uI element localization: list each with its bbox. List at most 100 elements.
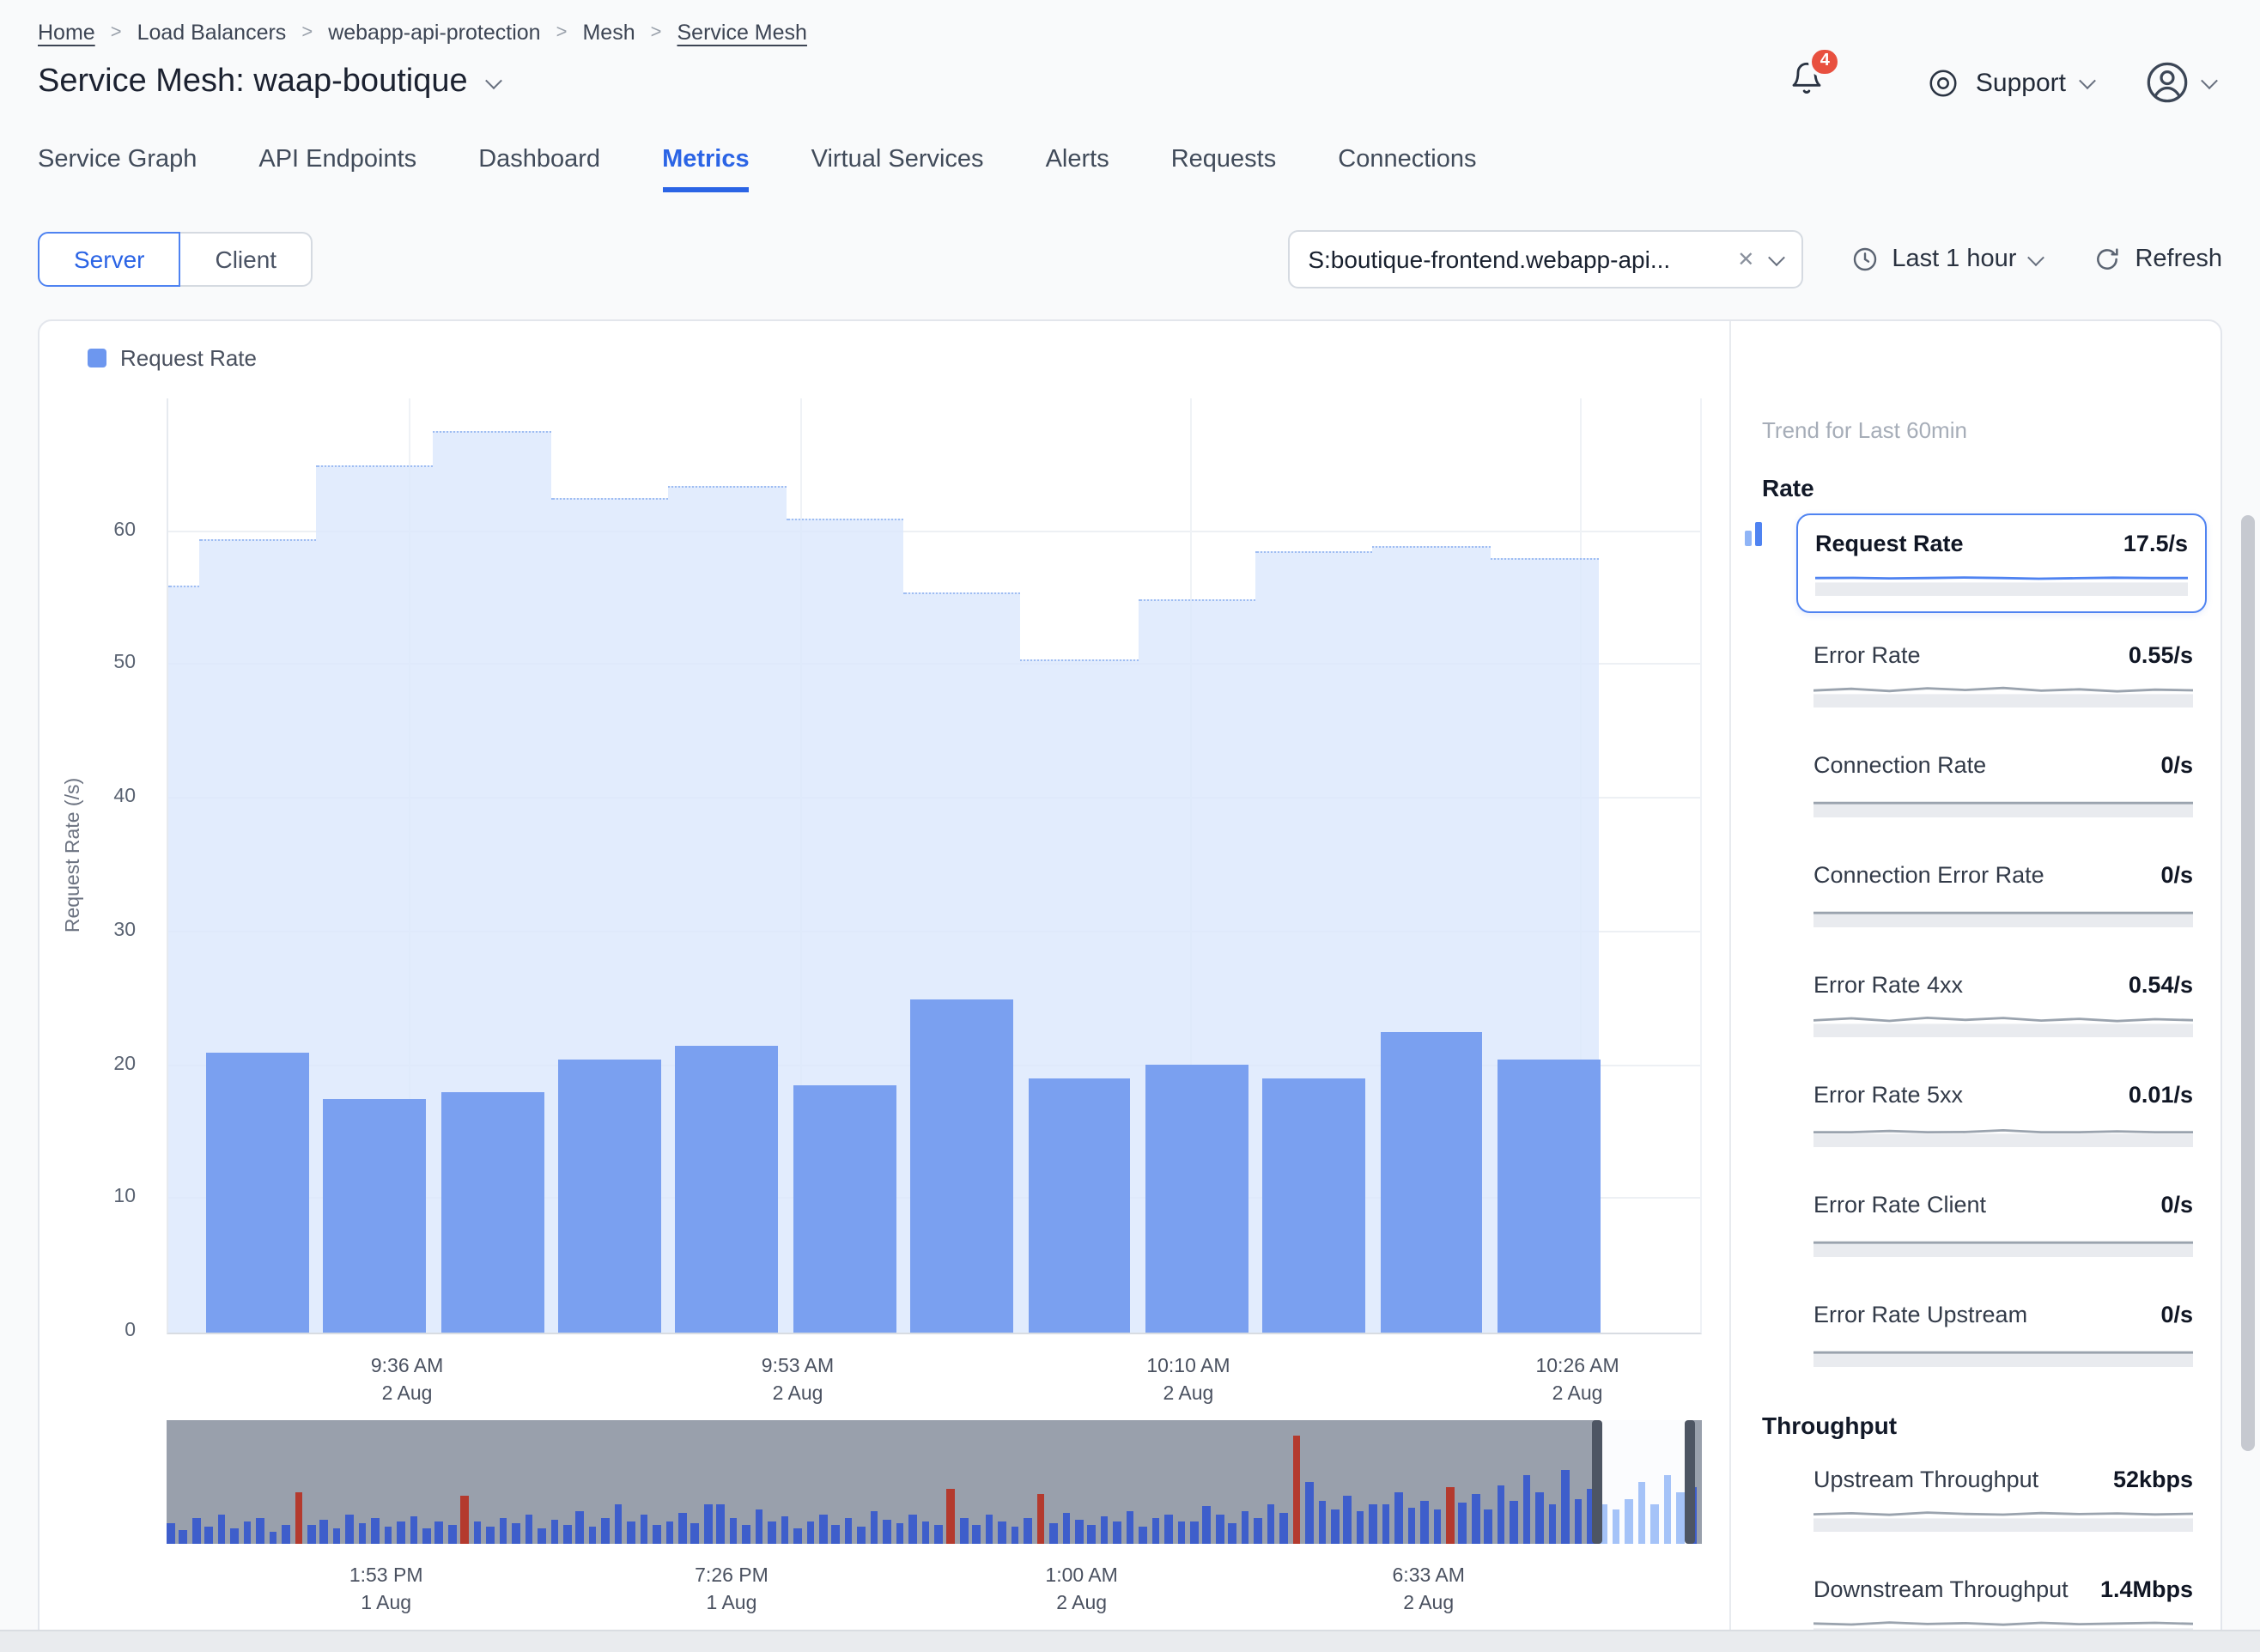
metric-label: Error Rate [1813, 642, 1921, 668]
client-toggle[interactable]: Client [180, 232, 313, 287]
brush-bar [947, 1489, 955, 1544]
breadcrumb-item[interactable]: Service Mesh [677, 21, 807, 45]
metric-value: 1.4Mbps [2100, 1576, 2193, 1602]
brush-handle[interactable] [1685, 1420, 1695, 1544]
tab-connections[interactable]: Connections [1338, 146, 1476, 192]
horizontal-scrollbar-track[interactable] [0, 1630, 2260, 1652]
request-rate-bar[interactable] [1262, 1079, 1365, 1333]
breadcrumb-item[interactable]: Home [38, 21, 95, 45]
refresh-button[interactable]: Refresh [2093, 246, 2222, 273]
tab-virtual-services[interactable]: Virtual Services [811, 146, 984, 192]
breadcrumb-item[interactable]: Mesh [582, 21, 635, 45]
breadcrumb-separator: > [651, 22, 662, 43]
controls-row: Server Client S:boutique-frontend.webapp… [38, 230, 2222, 288]
brush-bar [1139, 1527, 1146, 1544]
tab-dashboard[interactable]: Dashboard [478, 146, 600, 192]
time-range-select[interactable]: Last 1 hour [1850, 246, 2042, 273]
tab-api-endpoints[interactable]: API Endpoints [258, 146, 416, 192]
request-rate-bar[interactable] [324, 1099, 427, 1333]
service-filter-select[interactable]: S:boutique-frontend.webapp-api... ✕ [1287, 230, 1802, 288]
brush-bar [448, 1525, 456, 1545]
brush-bar [589, 1527, 597, 1544]
brush-bar [333, 1529, 341, 1544]
brush-bar [1229, 1523, 1236, 1544]
metric-row[interactable]: Connection Rate0/s [1813, 752, 2193, 817]
tab-requests[interactable]: Requests [1171, 146, 1277, 192]
timeline-brush[interactable] [167, 1420, 1702, 1544]
tab-metrics[interactable]: Metrics [662, 146, 750, 192]
request-rate-bar[interactable] [206, 1053, 309, 1333]
metric-row[interactable]: Upstream Throughput52kbps [1813, 1467, 2193, 1532]
trend-section-heading: Throughput [1762, 1412, 2193, 1439]
brush-bar [538, 1529, 545, 1544]
brush-handle[interactable] [1592, 1420, 1602, 1544]
request-rate-bar[interactable] [440, 1092, 544, 1333]
brush-bar [743, 1526, 750, 1544]
metric-row[interactable]: Error Rate0.55/s [1813, 642, 2193, 708]
metric-row[interactable]: Error Rate Upstream0/s [1813, 1302, 2193, 1367]
clear-filter-icon[interactable]: ✕ [1737, 247, 1754, 271]
chevron-down-icon [2201, 71, 2218, 88]
request-rate-bar[interactable] [1498, 1059, 1601, 1333]
notification-badge: 4 [1808, 46, 1842, 77]
trend-panel: Trend for Last 60min RateRequest Rate17.… [1729, 321, 2221, 1650]
brush-bar [1255, 1519, 1262, 1544]
metric-row[interactable]: Error Rate 5xx0.01/s [1813, 1082, 2193, 1147]
brush-bars [167, 1420, 1702, 1544]
brush-bar [986, 1515, 993, 1544]
brush-bar [781, 1516, 788, 1544]
breadcrumb-item[interactable]: Load Balancers [137, 21, 287, 45]
metric-row[interactable]: Connection Error Rate0/s [1813, 862, 2193, 927]
brush-bar [1357, 1512, 1364, 1544]
brush-bar [1625, 1498, 1633, 1544]
metric-row[interactable]: Error Rate Client0/s [1813, 1192, 2193, 1257]
brush-bar [973, 1525, 981, 1545]
y-axis-tick: 60 [113, 519, 136, 540]
brush-bar [755, 1509, 762, 1544]
clock-icon [1850, 246, 1878, 273]
metric-row-head: Error Rate 4xx0.54/s [1813, 972, 2193, 998]
metric-row[interactable]: Error Rate 4xx0.54/s [1813, 972, 2193, 1037]
vertical-scrollbar-thumb[interactable] [2241, 515, 2255, 1451]
request-rate-bar[interactable] [910, 999, 1013, 1333]
brush-bar [371, 1519, 379, 1544]
metric-label: Upstream Throughput [1813, 1467, 2038, 1492]
brush-bar [960, 1519, 968, 1544]
x-axis: 9:36 AM2 Aug9:53 AM2 Aug10:10 AM2 Aug10:… [167, 1345, 1702, 1406]
request-rate-bar[interactable] [558, 1059, 661, 1333]
request-rate-bar[interactable] [676, 1046, 779, 1333]
area-step [168, 586, 199, 1333]
metric-row[interactable]: Request Rate17.5/s [1796, 513, 2207, 613]
server-toggle[interactable]: Server [38, 232, 180, 287]
brush-bar [678, 1513, 686, 1544]
brush-bar [1459, 1503, 1467, 1544]
legend-label: Request Rate [120, 345, 257, 371]
tab-alerts[interactable]: Alerts [1046, 146, 1109, 192]
brush-bar [793, 1527, 801, 1544]
notifications-button[interactable]: 4 [1790, 60, 1825, 105]
brush-bar [1292, 1436, 1300, 1544]
metric-sparkline [1813, 1339, 2193, 1367]
chevron-down-icon[interactable] [486, 71, 503, 88]
brush-bar [1203, 1506, 1211, 1544]
brush-bar [883, 1520, 890, 1544]
brush-bar [896, 1523, 903, 1544]
chart-legend[interactable]: Request Rate [88, 345, 1729, 371]
request-rate-bar[interactable] [1145, 1065, 1248, 1333]
metric-label: Downstream Throughput [1813, 1576, 2069, 1602]
brush-bar [704, 1504, 712, 1544]
breadcrumb-separator: > [556, 22, 568, 43]
breadcrumb-item[interactable]: webapp-api-protection [328, 21, 540, 45]
tab-service-graph[interactable]: Service Graph [38, 146, 197, 192]
metric-label: Error Rate Upstream [1813, 1302, 2027, 1327]
request-rate-bar[interactable] [1380, 1032, 1483, 1333]
brush-bar [1485, 1509, 1492, 1544]
support-menu[interactable]: Support [1928, 66, 2093, 99]
brush-bar [256, 1518, 264, 1544]
request-rate-bar[interactable] [793, 1085, 896, 1333]
brush-bar [832, 1525, 840, 1545]
request-rate-bar[interactable] [1028, 1079, 1131, 1333]
user-menu[interactable] [2145, 60, 2215, 105]
brush-bar [1242, 1512, 1249, 1544]
brush-bar [1382, 1504, 1390, 1544]
